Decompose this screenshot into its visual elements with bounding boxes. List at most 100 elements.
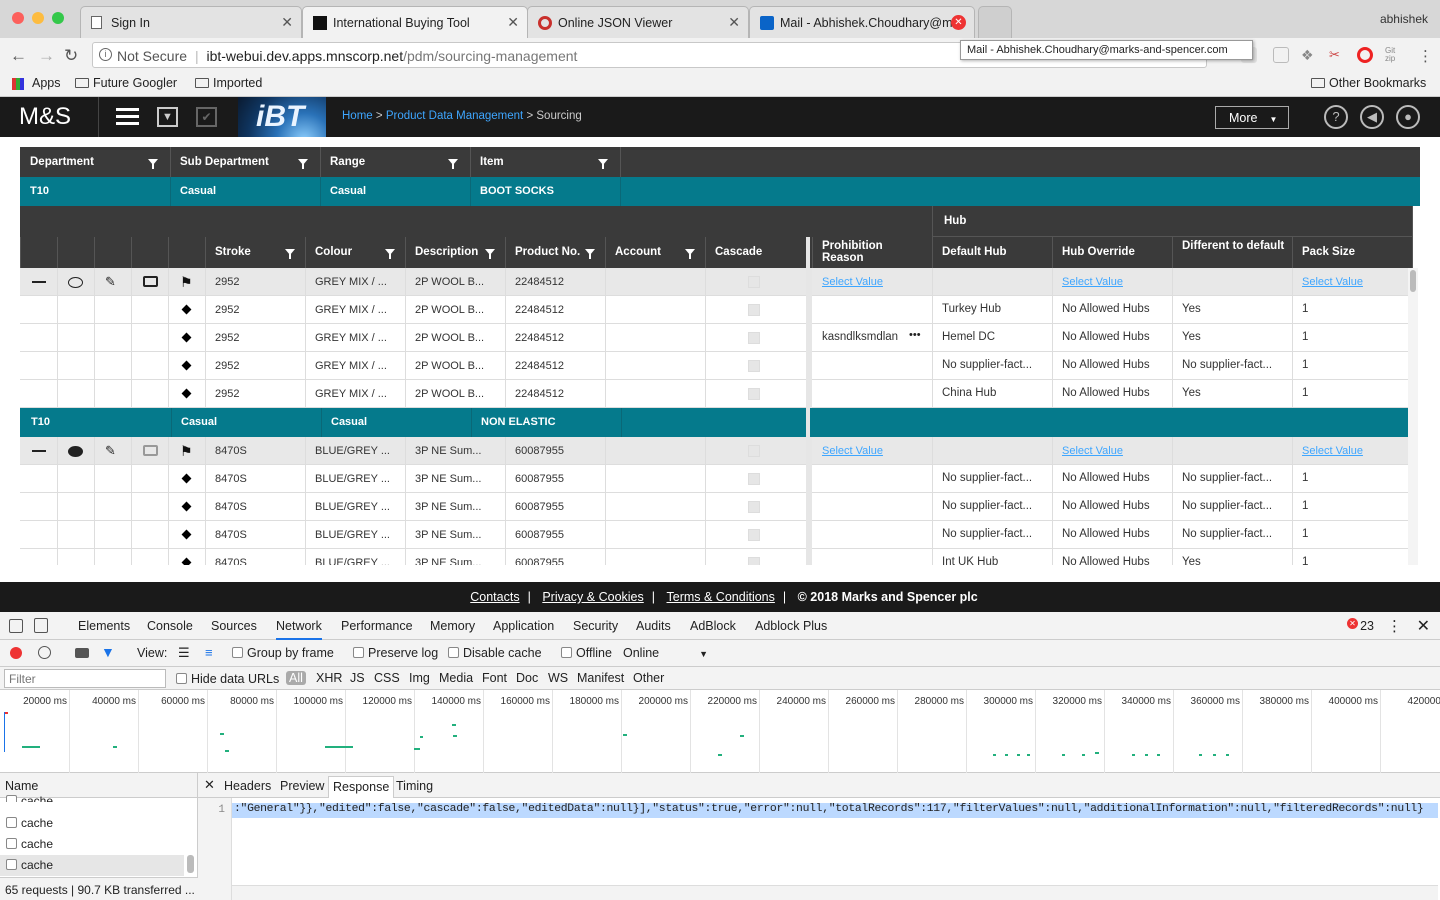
maximize-window-icon[interactable]: [52, 12, 64, 24]
network-timeline-overview[interactable]: 20000 ms 40000 ms 60000 ms 80000 ms 100000 m…: [0, 690, 1440, 773]
filter-funnel-icon[interactable]: ▼: [101, 644, 115, 660]
type-filter-media[interactable]: Media: [439, 671, 473, 685]
close-tab-icon[interactable]: ✕: [951, 15, 966, 30]
detail-tab-response[interactable]: Response: [328, 776, 395, 798]
gitzip-icon[interactable]: Git zip: [1385, 47, 1401, 63]
table-row[interactable]: 2952 GREY MIX / ... 2P WOOL B... 22484512 ka…: [20, 324, 1408, 352]
browser-menu-icon[interactable]: ⋮: [1418, 47, 1433, 65]
collapse-icon[interactable]: [32, 281, 46, 283]
devtools-tab-adblock-plus[interactable]: Adblock Plus: [755, 619, 827, 633]
camera-icon[interactable]: [143, 276, 158, 287]
forward-arrow-icon[interactable]: →: [38, 46, 55, 66]
ibt-logo[interactable]: iBT: [238, 97, 326, 137]
devtools-menu-icon[interactable]: ⋮: [1387, 617, 1402, 635]
edit-pencil-icon[interactable]: ✎: [105, 443, 116, 459]
ms-logo[interactable]: M&S: [19, 103, 71, 131]
bookmark-apps[interactable]: Apps: [12, 76, 61, 90]
request-row[interactable]: cache: [0, 855, 184, 876]
detail-tab-headers[interactable]: Headers: [224, 779, 271, 793]
filter-funnel-icon[interactable]: [598, 159, 608, 169]
column-header-5[interactable]: Cascade: [705, 246, 805, 258]
request-row[interactable]: cache: [0, 813, 184, 834]
profile-name[interactable]: abhishek: [1380, 12, 1428, 26]
table-row[interactable]: 2952 GREY MIX / ... 2P WOOL B... 22484512 Tu…: [20, 296, 1408, 324]
devtools-tab-performance[interactable]: Performance: [341, 619, 413, 633]
select-value-link[interactable]: Select Value: [812, 445, 924, 457]
close-window-icon[interactable]: [12, 12, 24, 24]
request-row[interactable]: cache: [0, 834, 184, 855]
type-filter-js[interactable]: JS: [350, 671, 365, 685]
edit-pencil-icon[interactable]: ✎: [105, 274, 116, 290]
column-filter-icon[interactable]: [285, 249, 295, 259]
record-icon[interactable]: [10, 647, 22, 659]
filter-funnel-icon[interactable]: [298, 159, 308, 169]
devtools-tab-audits[interactable]: Audits: [636, 619, 671, 633]
device-toolbar-icon[interactable]: [34, 618, 48, 633]
cascade-checkbox[interactable]: [748, 445, 760, 457]
table-row[interactable]: 8470S BLUE/GREY ... 3P NE Sum... 60087955 In…: [20, 549, 1408, 565]
column-filter-icon[interactable]: [585, 249, 595, 259]
hamburger-menu-icon[interactable]: [116, 108, 139, 126]
flag-icon[interactable]: ⚑: [180, 443, 193, 460]
throttling-select[interactable]: Online ▼: [623, 646, 708, 660]
type-filter-all[interactable]: All: [286, 671, 306, 685]
type-filter-ws[interactable]: WS: [548, 671, 568, 685]
back-arrow-icon[interactable]: ←: [10, 46, 27, 66]
devtools-tab-memory[interactable]: Memory: [430, 619, 475, 633]
cascade-checkbox[interactable]: [748, 501, 760, 513]
browser-tab-mail[interactable]: Mail - Abhishek.Choudhary@m ✕: [749, 6, 975, 38]
column-header-right-4[interactable]: Pack Size: [1292, 246, 1407, 258]
cascade-checkbox[interactable]: [748, 276, 760, 288]
comment-icon[interactable]: [68, 277, 83, 288]
help-icon[interactable]: ?: [1324, 105, 1348, 129]
select-value-link[interactable]: Select Value: [1292, 276, 1404, 288]
preserve-log-checkbox[interactable]: Preserve log: [353, 646, 438, 660]
detail-tab-timing[interactable]: Timing: [396, 779, 433, 793]
browser-tab-ibt[interactable]: International Buying Tool ✕: [302, 6, 528, 38]
footer-contacts-link[interactable]: Contacts: [470, 590, 519, 604]
user-icon[interactable]: ●: [1396, 105, 1420, 129]
scissors-icon[interactable]: ✂: [1329, 47, 1345, 63]
devtools-tab-sources[interactable]: Sources: [211, 619, 257, 633]
table-row[interactable]: 8470S BLUE/GREY ... 3P NE Sum... 60087955 No…: [20, 465, 1408, 493]
footer-privacy-link[interactable]: Privacy & Cookies: [542, 590, 643, 604]
type-filter-xhr[interactable]: XHR: [316, 671, 342, 685]
bookmark-imported[interactable]: Imported: [195, 76, 262, 90]
filter-funnel-icon[interactable]: [448, 159, 458, 169]
close-tab-icon[interactable]: ✕: [507, 14, 519, 31]
filter-input[interactable]: [4, 669, 166, 688]
flag-icon[interactable]: ⚑: [180, 274, 193, 291]
devtools-tab-console[interactable]: Console: [147, 619, 193, 633]
dropbox-icon[interactable]: ❖: [1301, 47, 1317, 63]
devtools-tab-elements[interactable]: Elements: [78, 619, 130, 633]
error-count[interactable]: 23: [1360, 619, 1374, 633]
table-row-parent[interactable]: ✎ ⚑ 8470S BLUE/GREY ... 3P NE Sum... 60087955…: [20, 437, 1408, 465]
camera-icon[interactable]: [143, 445, 158, 456]
back-icon[interactable]: ◀: [1360, 105, 1384, 129]
response-body[interactable]: :"General"}},"edited":false,"cascade":fa…: [232, 803, 1438, 818]
new-tab-button[interactable]: [978, 6, 1012, 38]
close-devtools-icon[interactable]: ✕: [1417, 616, 1430, 636]
names-scrollbar[interactable]: [187, 855, 194, 873]
breadcrumb-home[interactable]: Home: [342, 110, 373, 122]
collapse-icon[interactable]: [32, 450, 46, 452]
bookmark-future-googler[interactable]: Future Googler: [75, 76, 177, 90]
browser-tab-json-viewer[interactable]: Online JSON Viewer ✕: [527, 6, 749, 38]
filter-funnel-icon[interactable]: [148, 159, 158, 169]
column-header-right-3[interactable]: Different to default: [1172, 240, 1287, 252]
table-row-parent[interactable]: ✎ ⚑ 2952 GREY MIX / ... 2P WOOL B... 22484512…: [20, 268, 1408, 296]
cascade-checkbox[interactable]: [748, 332, 760, 344]
close-detail-icon[interactable]: ✕: [204, 777, 215, 793]
breadcrumb-pdm[interactable]: Product Data Management: [386, 110, 523, 122]
type-filter-other[interactable]: Other: [633, 671, 664, 685]
devtools-tab-adblock[interactable]: AdBlock: [690, 619, 736, 633]
column-header-right-2[interactable]: Hub Override: [1052, 246, 1167, 258]
hide-data-urls-checkbox[interactable]: Hide data URLs: [176, 672, 279, 686]
type-filter-font[interactable]: Font: [482, 671, 507, 685]
type-filter-manifest[interactable]: Manifest: [577, 671, 624, 685]
cascade-checkbox[interactable]: [748, 473, 760, 485]
close-tab-icon[interactable]: ✕: [728, 14, 740, 31]
more-dropdown[interactable]: More ▼: [1215, 106, 1289, 129]
select-value-link[interactable]: Select Value: [812, 276, 924, 288]
devtools-tab-security[interactable]: Security: [573, 619, 618, 633]
